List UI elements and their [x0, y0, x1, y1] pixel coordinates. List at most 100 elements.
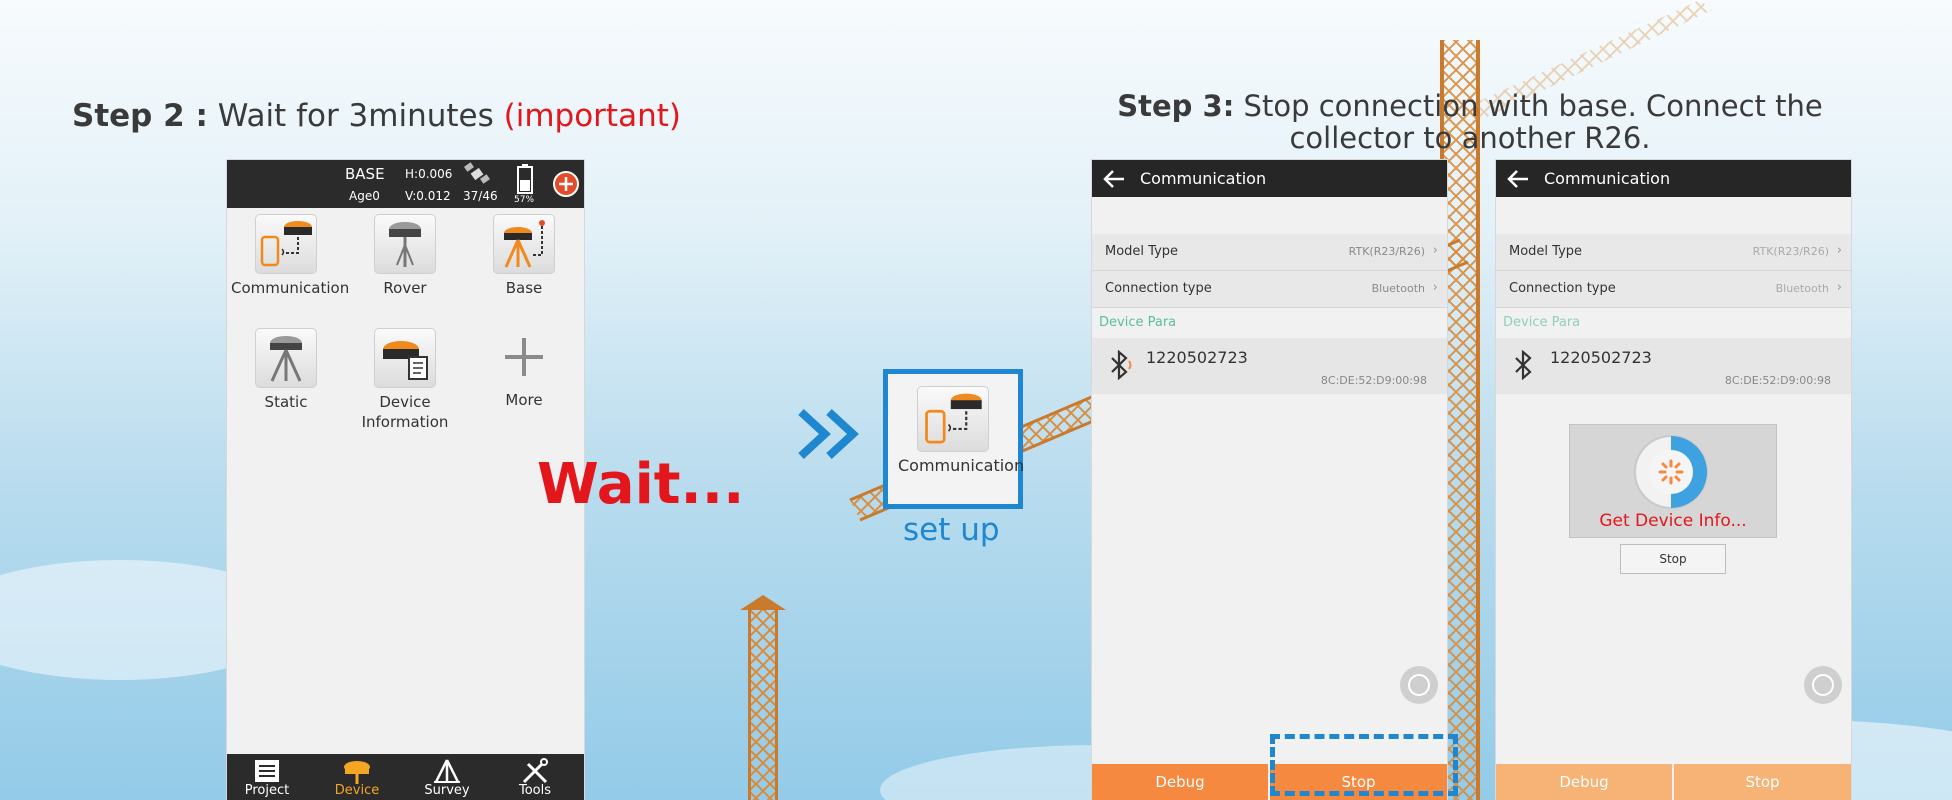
setup-highlight-box: Communication: [883, 369, 1024, 509]
back-arrow-icon[interactable]: [1102, 169, 1126, 189]
step2-important: (important): [503, 98, 681, 134]
status-sats: 37/46: [463, 189, 498, 203]
nav-survey[interactable]: Survey: [407, 754, 487, 800]
plus-icon: [494, 328, 554, 386]
connection-type-row[interactable]: Connection type Bluetooth ›: [1092, 271, 1447, 308]
communication-icon: [255, 214, 317, 274]
status-mode: BASE: [345, 165, 385, 183]
communication-screen-a: Communication Model Type RTK(R23/R26) › …: [1092, 160, 1447, 800]
step2-text: Wait for 3minutes: [217, 98, 494, 134]
nav-label: Device: [334, 783, 380, 798]
device-mac: 8C:DE:52:D9:00:98: [1724, 374, 1831, 387]
bluetooth-icon: [1515, 350, 1532, 380]
device-para-section: Device Para: [1099, 315, 1177, 330]
tile-device-information[interactable]: Device Information: [350, 328, 460, 432]
step2-title: Step 2 : Wait for 3minutes (important): [72, 98, 681, 134]
status-h: H:0.006: [405, 167, 453, 181]
device-screen: BASE Age0 H:0.006 V:0.012 37/46 57% Comm…: [227, 160, 584, 800]
comm-bottom-bar: Debug Stop: [1496, 764, 1851, 800]
row-label: Model Type: [1105, 244, 1179, 259]
rover-icon: [374, 214, 436, 274]
static-icon: [255, 328, 317, 388]
nav-project[interactable]: Project: [227, 754, 307, 800]
device-icon: [344, 761, 370, 784]
tile-label: Communication: [231, 279, 350, 297]
comm-header: Communication: [1092, 160, 1447, 197]
device-para-section: Device Para: [1503, 315, 1581, 330]
communication-icon: [917, 386, 989, 452]
nav-label: Project: [244, 783, 290, 798]
status-age: Age0: [349, 189, 380, 203]
model-type-row[interactable]: Model Type RTK(R23/R26) ›: [1496, 234, 1851, 271]
nav-tools[interactable]: Tools: [495, 754, 575, 800]
chevron-right-icon: ›: [1432, 243, 1438, 258]
stop-highlight-dashed-box: [1270, 734, 1458, 796]
tile-label: More: [505, 391, 543, 409]
progress-dialog: Get Device Info...: [1569, 424, 1777, 538]
status-v: V:0.012: [405, 189, 451, 203]
step3-label: Step 3:: [1117, 89, 1235, 123]
debug-button[interactable]: Debug: [1092, 764, 1268, 800]
step3-line2: collector to another R26.: [1289, 121, 1651, 155]
tile-communication[interactable]: Communication: [231, 214, 349, 298]
comm-title: Communication: [1140, 169, 1267, 188]
setup-tile-communication[interactable]: Communication: [898, 386, 1024, 476]
step2-label: Step 2 :: [72, 98, 208, 134]
tile-label: Static: [264, 393, 308, 411]
status-bar: BASE Age0 H:0.006 V:0.012 37/46 57%: [227, 160, 584, 208]
comm-header: Communication: [1496, 160, 1851, 197]
tile-more[interactable]: More: [469, 328, 579, 410]
floating-circle-button[interactable]: [1400, 666, 1438, 704]
project-icon: [255, 760, 279, 782]
communication-screen-b: Communication Model Type RTK(R23/R26) › …: [1496, 160, 1851, 800]
step3-title: Step 3: Stop connection with base. Conne…: [1050, 90, 1890, 154]
chevron-right-icon: ›: [1836, 243, 1842, 258]
step3-line1: Stop connection with base. Connect the: [1243, 89, 1823, 123]
setup-tile-label: Communication: [898, 456, 1025, 475]
row-value: RTK(R23/R26): [1752, 245, 1829, 258]
bottom-nav: Project Device Survey Tools: [227, 754, 584, 800]
setup-label: set up: [903, 512, 1000, 548]
device-list-item[interactable]: 1220502723 8C:DE:52:D9:00:98: [1496, 338, 1851, 394]
device-info-icon: [374, 328, 436, 388]
device-mac: 8C:DE:52:D9:00:98: [1320, 374, 1427, 387]
device-id: 1220502723: [1550, 348, 1652, 367]
tile-label: Rover: [383, 279, 427, 297]
model-type-row[interactable]: Model Type RTK(R23/R26) ›: [1092, 234, 1447, 271]
nav-label: Tools: [518, 783, 552, 798]
row-value: RTK(R23/R26): [1348, 245, 1425, 258]
base-icon: [493, 214, 555, 274]
dialog-stop-button[interactable]: Stop: [1620, 544, 1726, 574]
tile-label: Device Information: [361, 393, 449, 431]
loading-spinner-icon: [1634, 435, 1708, 509]
status-battery: 57%: [514, 195, 535, 205]
nav-label: Survey: [424, 783, 470, 798]
nav-device[interactable]: Device: [317, 754, 397, 800]
tile-static[interactable]: Static: [231, 328, 341, 412]
satellite-icon: [464, 162, 490, 184]
floating-circle-button[interactable]: [1804, 666, 1842, 704]
chevron-right-icon: ›: [1836, 280, 1842, 295]
row-label: Model Type: [1509, 244, 1583, 259]
row-value: Bluetooth: [1775, 282, 1829, 295]
comm-title: Communication: [1544, 169, 1671, 188]
bluetooth-icon: [1111, 350, 1132, 380]
tile-rover[interactable]: Rover: [350, 214, 460, 298]
row-label: Connection type: [1509, 281, 1616, 296]
connection-type-row[interactable]: Connection type Bluetooth ›: [1496, 271, 1851, 308]
debug-button[interactable]: Debug: [1496, 764, 1672, 800]
add-icon[interactable]: [552, 170, 580, 198]
tile-label: Base: [505, 279, 543, 297]
device-list-item[interactable]: 1220502723 8C:DE:52:D9:00:98: [1092, 338, 1447, 394]
chevron-right-icon: ›: [1432, 280, 1438, 295]
dialog-text: Get Device Info...: [1599, 511, 1747, 531]
row-value: Bluetooth: [1371, 282, 1425, 295]
back-arrow-icon[interactable]: [1506, 169, 1530, 189]
battery-icon: [517, 164, 533, 194]
wait-label: Wait...: [537, 452, 745, 517]
tools-icon: [522, 758, 548, 784]
stop-button[interactable]: Stop: [1674, 764, 1851, 800]
device-id: 1220502723: [1146, 348, 1248, 367]
survey-icon: [434, 759, 460, 783]
tile-base[interactable]: Base: [469, 214, 579, 298]
